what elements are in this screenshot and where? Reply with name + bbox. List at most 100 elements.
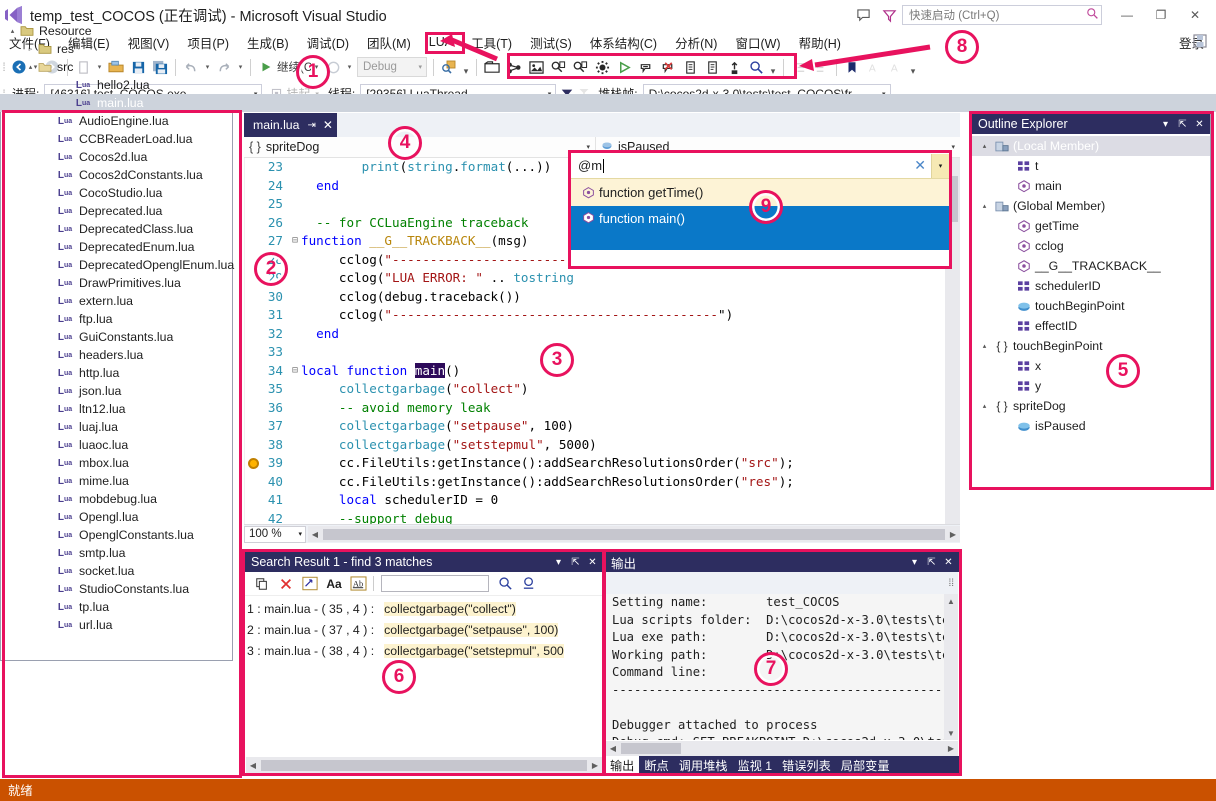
gutter-cell[interactable] xyxy=(245,288,259,307)
copy-icon[interactable] xyxy=(250,573,274,595)
code-line[interactable]: 36 -- avoid memory leak xyxy=(245,399,960,418)
fold-toggle-icon[interactable]: ⊟ xyxy=(289,362,301,381)
output-vscrollbar[interactable]: ▲ ▼ xyxy=(944,594,958,740)
gutter-cell[interactable] xyxy=(245,325,259,344)
pin-icon[interactable]: ⇥ xyxy=(307,120,315,131)
output-hscrollbar[interactable]: ◀ ▶ xyxy=(606,741,958,756)
close-icon[interactable]: ✕ xyxy=(323,118,333,132)
pin-icon[interactable]: ⇱ xyxy=(923,553,940,571)
scroll-thumb[interactable] xyxy=(323,529,945,540)
code-line[interactable]: 40 cc.FileUtils:getInstance():addSearchR… xyxy=(245,473,960,492)
chevron-down-icon[interactable]: ▾ xyxy=(931,154,949,178)
output-tab[interactable]: 断点 xyxy=(639,756,673,773)
code-line[interactable]: 35 collectgarbage("collect") xyxy=(245,380,960,399)
breakpoint-glyph-icon[interactable] xyxy=(245,454,259,473)
code-line[interactable]: 31 cclog("------------------------------… xyxy=(245,306,960,325)
code-line[interactable]: 29 cclog("LUA ERROR: " .. tostring xyxy=(245,269,960,288)
outline-tree-item[interactable]: ▴{ }touchBeginPoint xyxy=(972,336,1210,356)
expander-expand-icon[interactable]: ▹ xyxy=(24,45,37,53)
code-line[interactable]: 32 end xyxy=(245,325,960,344)
expander-collapse-icon[interactable]: ▴ xyxy=(978,402,991,410)
scroll-up-icon[interactable]: ▲ xyxy=(944,594,958,608)
close-icon[interactable]: ✕ xyxy=(584,553,601,571)
chevron-down-icon[interactable]: ▾ xyxy=(550,553,567,571)
code-line[interactable]: 42 --support debug xyxy=(245,510,960,525)
expander-collapse-icon[interactable]: ▴ xyxy=(24,63,37,71)
editor-hscrollbar[interactable]: ◀ ▶ xyxy=(308,526,960,542)
fold-toggle-icon[interactable]: ⊟ xyxy=(289,232,301,251)
output-tab[interactable]: 调用堆栈 xyxy=(674,756,733,773)
code-line[interactable]: 39 cc.FileUtils:getInstance():addSearchR… xyxy=(245,454,960,473)
code-line[interactable]: 33 xyxy=(245,343,960,362)
code-line[interactable]: 38 collectgarbage("setstepmul", 5000) xyxy=(245,436,960,455)
outline-tree-item[interactable]: main xyxy=(972,176,1210,196)
folder-tree-item[interactable]: ▹res xyxy=(0,40,1216,58)
scroll-left-icon[interactable]: ◀ xyxy=(606,741,620,756)
scroll-thumb[interactable] xyxy=(621,743,681,754)
scroll-right-icon[interactable]: ▶ xyxy=(944,741,958,756)
code-line[interactable]: 34⊟local function main() xyxy=(245,362,960,381)
clear-red-x-icon[interactable] xyxy=(274,573,298,595)
scroll-left-icon[interactable]: ◀ xyxy=(246,758,260,773)
code-line[interactable]: 41 local schedulerID = 0 xyxy=(245,491,960,510)
outline-tree-item[interactable]: isPaused xyxy=(972,416,1210,436)
gutter-cell[interactable] xyxy=(245,436,259,455)
scroll-right-icon[interactable]: ▶ xyxy=(588,758,602,773)
gutter-cell[interactable] xyxy=(245,417,259,436)
outline-tree-item[interactable]: ▴{ }spriteDog xyxy=(972,396,1210,416)
outline-tree-item[interactable]: x xyxy=(972,356,1210,376)
chevron-down-icon[interactable]: ▾ xyxy=(1157,115,1174,133)
output-tab[interactable]: 输出 xyxy=(605,756,639,773)
whole-word-icon[interactable]: Ab xyxy=(346,573,370,595)
chevron-down-icon[interactable]: ▾ xyxy=(946,143,960,151)
gutter-cell[interactable] xyxy=(245,214,259,233)
gutter-cell[interactable] xyxy=(245,306,259,325)
scroll-left-icon[interactable]: ◀ xyxy=(308,527,322,542)
gutter-cell[interactable] xyxy=(245,158,259,177)
pin-icon[interactable]: ⇱ xyxy=(567,553,584,571)
outline-tree-item[interactable]: y xyxy=(972,376,1210,396)
gutter-cell[interactable] xyxy=(245,362,259,381)
folder-tree-item[interactable]: Luamain.lua xyxy=(0,94,1216,112)
chevron-down-icon[interactable]: ▾ xyxy=(298,530,305,538)
folder-tree-item[interactable]: Luahello2.lua xyxy=(0,76,1216,94)
goto-symbol-input[interactable]: @m ✕ ▾ xyxy=(571,153,949,179)
clear-x-icon[interactable]: ✕ xyxy=(909,157,931,174)
gutter-cell[interactable] xyxy=(245,195,259,214)
code-line[interactable]: 30 cclog(debug.traceback()) xyxy=(245,288,960,307)
gutter-cell[interactable] xyxy=(245,232,259,251)
chevron-down-icon[interactable]: ▾ xyxy=(581,143,595,151)
gutter-cell[interactable] xyxy=(245,399,259,418)
tab-main-lua[interactable]: main.lua ⇥ ✕ xyxy=(244,113,337,137)
outline-tree-item[interactable]: getTime xyxy=(972,216,1210,236)
outline-tree-item[interactable]: __G__TRACKBACK__ xyxy=(972,256,1210,276)
chevron-down-icon[interactable]: ▾ xyxy=(906,553,923,571)
search-next-icon[interactable] xyxy=(517,573,541,595)
gutter-cell[interactable] xyxy=(245,510,259,525)
output-tab[interactable]: 局部变量 xyxy=(836,756,895,773)
output-tab[interactable]: 错误列表 xyxy=(777,756,836,773)
close-icon[interactable]: ✕ xyxy=(940,553,957,571)
code-line[interactable]: 37 collectgarbage("setpause", 100) xyxy=(245,417,960,436)
outline-tree-item[interactable]: effectID xyxy=(972,316,1210,336)
scroll-right-icon[interactable]: ▶ xyxy=(946,527,960,542)
regex-icon[interactable] xyxy=(298,573,322,595)
search-icon[interactable] xyxy=(493,573,517,595)
gutter-cell[interactable] xyxy=(245,343,259,362)
search-result-row[interactable]: 2 : main.lua - ( 37 , 4 ) :collectgarbag… xyxy=(245,619,603,640)
outline-tree-item[interactable]: t xyxy=(972,156,1210,176)
close-icon[interactable]: ✕ xyxy=(1191,115,1208,133)
folder-tree-item[interactable]: ▴Resource xyxy=(0,22,1216,40)
output-toolbar-grip-icon[interactable]: ⁞⁞ xyxy=(948,578,954,589)
outline-tree-item[interactable]: ▴(Local Member) xyxy=(972,136,1210,156)
gutter-cell[interactable] xyxy=(245,491,259,510)
pin-icon[interactable]: ⇱ xyxy=(1174,115,1191,133)
folder-tree-item[interactable]: ▴src xyxy=(0,58,1216,76)
output-tab[interactable]: 监视 1 xyxy=(733,756,778,773)
zoom-level-combo[interactable]: 100 % ▾ xyxy=(244,526,306,543)
search-result-hscrollbar[interactable]: ◀ ▶ xyxy=(246,757,602,773)
gutter-cell[interactable] xyxy=(245,473,259,492)
outline-tree-item[interactable]: touchBeginPoint xyxy=(972,296,1210,316)
expander-collapse-icon[interactable]: ▴ xyxy=(6,27,19,35)
outline-tree[interactable]: ▴(Local Member)tmain▴(Global Member)getT… xyxy=(972,134,1210,487)
